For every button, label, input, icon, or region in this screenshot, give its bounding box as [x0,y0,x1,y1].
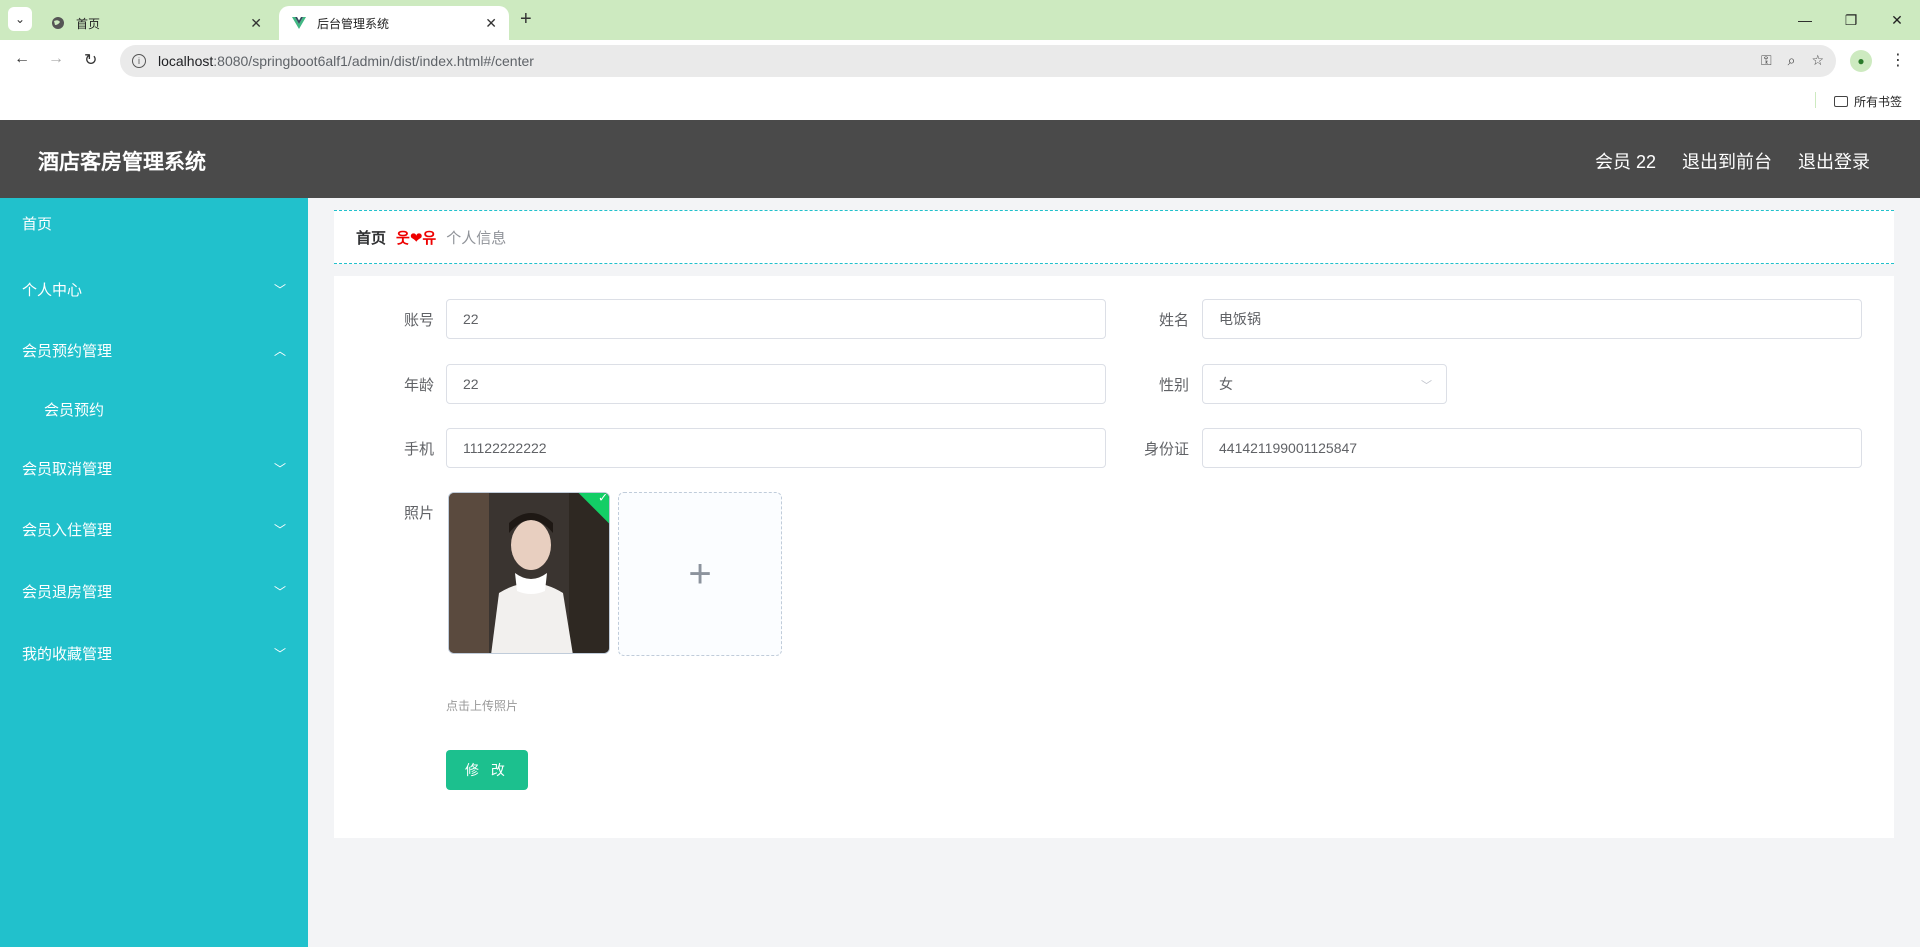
photo-image [449,493,609,653]
idcard-value: 441421199001125847 [1219,440,1358,456]
vue-logo-icon [291,15,307,31]
sidebar-item-label: 会员预约 [44,401,105,419]
upload-photo-button[interactable]: + [618,492,782,656]
account-label: 账号 [403,312,434,329]
browser-tab-home[interactable]: 首页 ✕ [38,6,274,40]
globe-icon [50,15,66,31]
window-controls: — ❐ ✕ [1782,0,1920,40]
phone-field[interactable]: 11122222222 [446,428,1106,468]
sidebar-item-checkin-mgmt[interactable]: 会员入住管理 ﹀ [0,504,308,554]
bookmark-star-icon[interactable]: ☆ [1811,52,1824,69]
sidebar-item-checkout-mgmt[interactable]: 会员退房管理 ﹀ [0,566,308,616]
breadcrumb-separator: 웃❤유 [396,229,437,247]
close-icon[interactable]: ✕ [485,15,497,32]
chevron-up-icon: ︿ [273,343,286,358]
profile-avatar-icon[interactable]: ● [1850,50,1872,72]
uploaded-photo[interactable]: ✓ [448,492,610,654]
breadcrumb-current: 个人信息 [446,229,507,247]
current-user-label: 会员 22 [1594,152,1656,172]
restore-icon[interactable]: ❐ [1828,0,1874,40]
chevron-down-icon: ﹀ [273,461,286,476]
back-to-front-link[interactable]: 退出到前台 [1682,148,1772,174]
close-icon[interactable]: ✕ [250,15,262,32]
url-path: :8080/springboot6alf1/admin/dist/index.h… [213,53,534,69]
tab-search-button[interactable]: ⌄ [8,7,32,31]
sidebar-subitem-reservation[interactable]: 会员预约 [0,384,308,434]
name-field[interactable]: 电饭锅 [1202,299,1862,339]
breadcrumb: 首页 웃❤유 个人信息 [334,210,1894,264]
sidebar-item-label: 会员退房管理 [22,583,113,601]
age-value: 22 [463,376,479,392]
idcard-label: 身份证 [1143,441,1189,458]
bookmarks-bar: 所有书签 [0,82,1920,120]
browser-tab-admin[interactable]: 后台管理系统 ✕ [279,6,509,40]
sidebar-item-reservation-mgmt[interactable]: 会员预约管理 ︿ [0,325,308,375]
reload-icon[interactable]: ↻ [84,50,97,70]
sidebar-item-label: 会员取消管理 [22,460,113,478]
sidebar-item-label: 个人中心 [22,281,83,299]
minimize-icon[interactable]: — [1782,0,1828,40]
bookmarks-divider [1815,92,1816,108]
app-title: 酒店客房管理系统 [38,151,206,174]
address-bar[interactable]: i localhost :8080/springboot6alf1/admin/… [120,45,1836,77]
url-host: localhost [158,53,214,69]
new-tab-button[interactable]: + [520,8,532,31]
logout-link[interactable]: 退出登录 [1798,148,1870,174]
phone-label: 手机 [403,441,434,458]
name-label: 姓名 [1158,312,1189,329]
name-value: 电饭锅 [1219,311,1261,327]
gender-label: 性别 [1158,377,1189,394]
all-bookmarks-label: 所有书签 [1854,95,1903,109]
plus-icon: + [688,551,712,596]
tab-title: 后台管理系统 [317,16,390,31]
account-field[interactable]: 22 [446,299,1106,339]
back-icon[interactable]: ← [14,50,30,68]
browser-toolbar: ← → ↻ i localhost :8080/springboot6alf1/… [0,40,1920,82]
profile-form: 账号 22 姓名 电饭锅 年龄 22 性别 女 ﹀ 手机 11122222222… [334,276,1894,838]
phone-value: 11122222222 [463,440,547,456]
gender-value: 女 [1219,376,1233,392]
all-bookmarks-button[interactable]: 所有书签 [1834,93,1902,110]
chevron-down-icon: ﹀ [1421,380,1432,392]
password-key-icon[interactable]: ⚿ [1761,52,1772,69]
sidebar-item-label: 首页 [22,215,53,233]
check-icon: ✓ [597,492,609,505]
upload-hint: 点击上传照片 [446,699,519,713]
gender-select[interactable]: 女 ﹀ [1202,364,1447,404]
sidebar-item-cancel-mgmt[interactable]: 会员取消管理 ﹀ [0,443,308,493]
photo-label: 照片 [403,505,434,522]
sidebar-item-label: 我的收藏管理 [22,645,113,663]
browser-tabbar: ⌄ 首页 ✕ 后台管理系统 ✕ + — ❐ ✕ [0,0,1920,40]
menu-dots-icon[interactable]: ⋮ [1890,50,1906,70]
sidebar-item-label: 会员入住管理 [22,521,113,539]
age-label: 年龄 [403,377,434,394]
sidebar-item-personal-center[interactable]: 个人中心 ﹀ [0,264,308,314]
idcard-field[interactable]: 441421199001125847 [1202,428,1862,468]
sidebar-item-label: 会员预约管理 [22,342,113,360]
sidebar-item-favorites-mgmt[interactable]: 我的收藏管理 ﹀ [0,628,308,678]
zoom-icon[interactable]: ⌕ [1788,52,1796,69]
sidebar-item-home[interactable]: 首页 [0,198,308,248]
chevron-down-icon: ﹀ [273,584,286,599]
account-value: 22 [463,311,479,327]
app-header: 酒店客房管理系统 会员 22 退出到前台 退出登录 [0,120,1920,198]
tab-title: 首页 [76,16,101,31]
chevron-down-icon: ﹀ [273,282,286,297]
site-info-icon[interactable]: i [132,54,146,68]
forward-icon[interactable]: → [48,50,64,68]
folder-icon [1834,96,1848,107]
modify-button[interactable]: 修 改 [446,750,528,790]
chevron-down-icon: ﹀ [273,522,286,537]
sidebar: 首页 个人中心 ﹀ 会员预约管理 ︿ 会员预约 会员取消管理 ﹀ 会员入住管理 … [0,198,308,947]
close-window-icon[interactable]: ✕ [1874,0,1920,40]
breadcrumb-home[interactable]: 首页 [356,227,386,248]
chevron-down-icon: ﹀ [273,646,286,661]
age-field[interactable]: 22 [446,364,1106,404]
